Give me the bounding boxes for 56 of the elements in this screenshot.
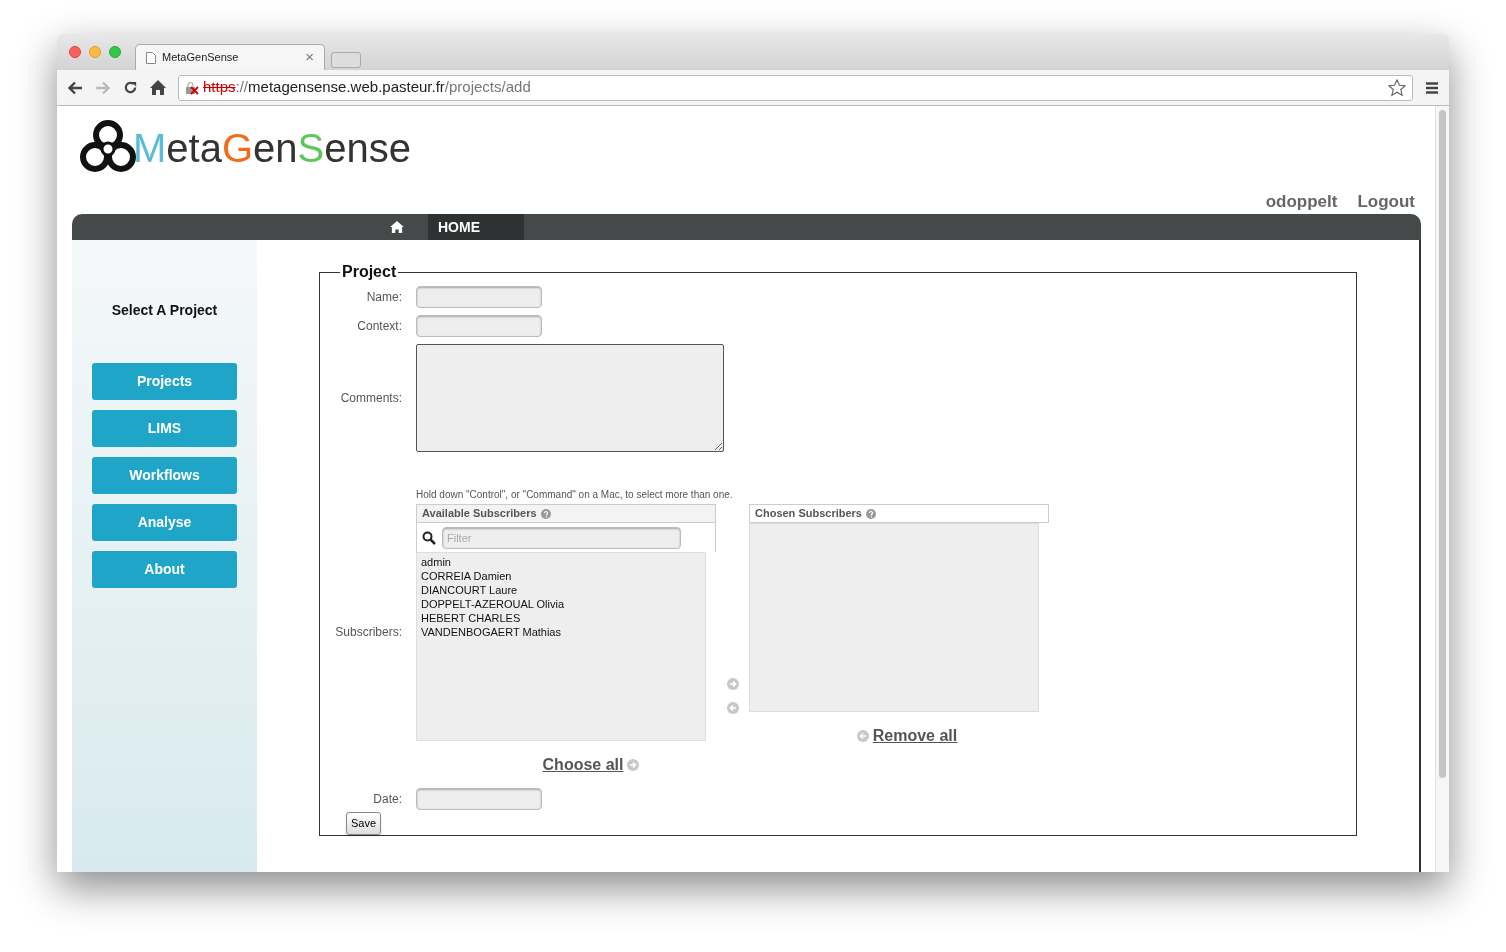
remove-arrow-icon[interactable] <box>726 702 739 714</box>
user-link[interactable]: odoppelt <box>1265 188 1338 214</box>
list-option[interactable]: VANDENBOGAERT Mathias <box>421 625 701 639</box>
right-arrow-icon[interactable] <box>627 759 640 771</box>
sidebar-title: Select A Project <box>111 301 218 320</box>
url-text: https://metagensense.web.pasteur.fr/projects/add <box>203 77 531 98</box>
choose-all-link[interactable]: Choose all <box>542 753 640 777</box>
close-tab-icon[interactable]: × <box>305 46 314 69</box>
list-option[interactable]: HEBERT CHARLES <box>421 611 701 625</box>
name-field[interactable] <box>416 286 542 308</box>
available-list[interactable]: admin CORREIA Damien DIANCOURT Laure DOPPELT-AZEROUAL Olivia HEBERT CHARLES VANDENBOGAERT Mathias <box>416 552 706 741</box>
context-field[interactable] <box>416 315 542 337</box>
star-icon[interactable] <box>1388 78 1406 97</box>
home-icon[interactable] <box>150 80 166 95</box>
search-icon <box>422 530 436 545</box>
field-label: Context: <box>356 318 403 335</box>
broken-lock-icon <box>185 80 199 95</box>
field-label: Name: <box>365 289 403 306</box>
fieldset-legend: Project <box>340 260 399 284</box>
logo-text: MetaGenSense <box>133 128 411 168</box>
address-bar[interactable]: https://metagensense.web.pasteur.fr/projects/add <box>178 74 1413 101</box>
chosen-list[interactable] <box>749 523 1039 712</box>
save-button[interactable]: Save <box>346 812 382 835</box>
available-header: Available Subscribers <box>416 504 716 523</box>
minimize-window-icon[interactable] <box>89 46 101 58</box>
page-icon <box>146 51 156 64</box>
home-icon[interactable] <box>390 221 404 233</box>
forward-icon[interactable] <box>95 80 111 95</box>
list-option[interactable]: admin <box>421 555 701 569</box>
user-link[interactable]: Logout <box>1357 188 1415 214</box>
nav-tab[interactable]: HOME <box>428 214 524 240</box>
tab-title: MetaGenSense <box>162 50 240 66</box>
close-window-icon[interactable] <box>69 46 81 58</box>
list-option[interactable]: CORREIA Damien <box>421 569 701 583</box>
help-text: Hold down "Control", or "Command" on a Mac, to select more than one. <box>416 488 734 502</box>
list-option[interactable]: DIANCOURT Laure <box>421 583 701 597</box>
browser-tab[interactable]: MetaGenSense × <box>135 44 325 70</box>
list-option[interactable]: DOPPELT-AZEROUAL Olivia <box>421 597 701 611</box>
remove-all-link[interactable]: Remove all <box>856 724 958 748</box>
help-icon <box>540 508 551 519</box>
field-label: Date: <box>372 791 403 808</box>
zoom-window-icon[interactable] <box>109 46 121 58</box>
new-tab-button[interactable] <box>331 52 361 68</box>
date-field[interactable] <box>416 788 542 810</box>
add-arrow-icon[interactable] <box>726 678 739 690</box>
help-icon <box>866 508 876 519</box>
reload-icon[interactable] <box>123 80 138 95</box>
menu-icon[interactable] <box>1425 81 1439 94</box>
back-icon[interactable] <box>67 80 83 95</box>
chosen-header: Chosen Subscribers <box>749 504 1049 523</box>
scrollbar-thumb[interactable] <box>1439 110 1446 778</box>
field-label: Subscribers: <box>334 624 403 641</box>
filter-field[interactable]: Filter <box>442 526 681 549</box>
comments-field[interactable] <box>416 344 724 452</box>
field-label: Comments: <box>339 390 403 407</box>
left-arrow-icon[interactable] <box>856 730 869 742</box>
